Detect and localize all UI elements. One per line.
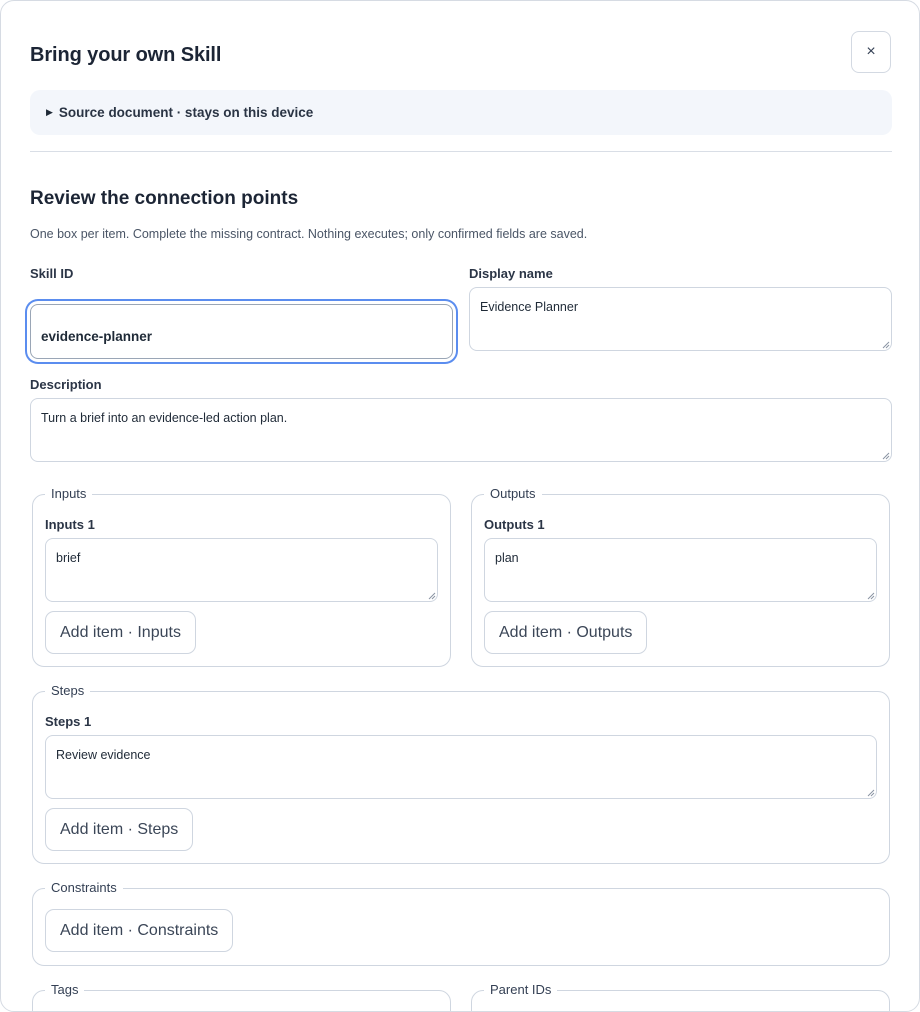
description-field[interactable]: Turn a brief into an evidence-led action…	[30, 398, 892, 462]
skill-id-input[interactable]	[30, 304, 453, 359]
steps-fieldset: Steps Steps 1 Review evidence Add item ·…	[32, 683, 890, 864]
steps-item-wrapper: Review evidence	[45, 735, 877, 799]
skill-id-label: Skill ID	[30, 266, 74, 281]
parent-ids-fieldset: Parent IDs	[471, 982, 890, 1011]
description-label: Description	[30, 377, 102, 392]
inputs-item-field[interactable]: brief	[45, 538, 438, 602]
inputs-item-wrapper: brief	[45, 538, 438, 602]
outputs-legend: Outputs	[484, 486, 542, 501]
tags-fieldset: Tags	[32, 982, 451, 1011]
outputs-fieldset: Outputs Outputs 1 plan Add item · Output…	[471, 486, 890, 667]
steps-legend: Steps	[45, 683, 91, 698]
add-steps-item-button[interactable]: Add item · Steps	[45, 808, 194, 851]
outputs-item-field[interactable]: plan	[484, 538, 877, 602]
close-icon: ×	[866, 43, 876, 60]
display-name-wrapper: Evidence Planner	[469, 287, 892, 351]
parent-ids-legend: Parent IDs	[484, 982, 558, 997]
source-document-toggle[interactable]: ▶ Source document · stays on this device	[30, 90, 892, 135]
inputs-item-label: Inputs 1	[45, 517, 95, 532]
dialog-title: Bring your own Skill	[30, 44, 222, 66]
display-name-label: Display name	[469, 266, 553, 281]
close-button[interactable]: ×	[851, 31, 891, 73]
tags-legend: Tags	[45, 982, 85, 997]
inputs-legend: Inputs	[45, 486, 93, 501]
display-name-field[interactable]: Evidence Planner	[469, 287, 892, 351]
steps-item-label: Steps 1	[45, 714, 92, 729]
constraints-legend: Constraints	[45, 880, 123, 895]
add-outputs-item-button[interactable]: Add item · Outputs	[484, 611, 648, 654]
outputs-item-wrapper: plan	[484, 538, 877, 602]
section-title: Review the connection points	[30, 188, 299, 209]
helper-text: One box per item. Complete the missing c…	[30, 227, 588, 241]
source-document-label: Source document · stays on this device	[58, 105, 314, 120]
description-wrapper: Turn a brief into an evidence-led action…	[30, 398, 892, 462]
add-inputs-item-button[interactable]: Add item · Inputs	[45, 611, 196, 654]
bring-your-own-skill-dialog: Bring your own Skill × ▶ Source document…	[0, 0, 920, 1012]
divider	[30, 151, 892, 152]
add-constraints-item-button[interactable]: Add item · Constraints	[45, 909, 234, 952]
constraints-fieldset: Constraints Add item · Constraints	[32, 880, 890, 966]
inputs-fieldset: Inputs Inputs 1 brief Add item · Inputs	[32, 486, 451, 667]
steps-item-field[interactable]: Review evidence	[45, 735, 877, 799]
outputs-item-label: Outputs 1	[484, 517, 545, 532]
triangle-right-icon: ▶	[46, 107, 53, 117]
